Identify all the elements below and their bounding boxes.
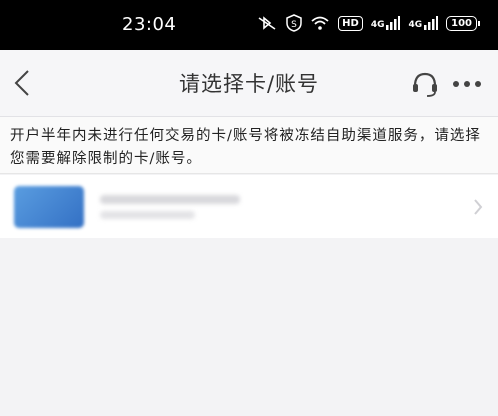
notice-banner: 开户半年内未进行任何交易的卡/账号将被冻结自助渠道服务，请选择您需要解除限制的卡… (0, 117, 498, 174)
account-list-item[interactable] (0, 175, 498, 238)
svg-text:S: S (291, 20, 297, 30)
status-time: 23:04 (122, 14, 177, 35)
battery-level: 100 (446, 15, 477, 31)
hd-badge: HD (338, 15, 363, 31)
chevron-right-icon (474, 199, 483, 215)
network-type-label: 4G (370, 20, 385, 30)
wifi-icon (311, 16, 329, 30)
nav-bar: 请选择卡/账号 (0, 50, 498, 117)
signal-icon (424, 16, 439, 30)
more-icon[interactable] (452, 80, 482, 88)
signal-group-1: 4G (371, 16, 401, 30)
battery-icon: 100 (446, 15, 480, 31)
customer-service-icon[interactable] (410, 70, 440, 98)
mute-icon (258, 16, 276, 30)
signal-group-2: 4G (408, 16, 439, 30)
shield-icon: S (286, 14, 302, 32)
network-type-label: 4G (408, 20, 423, 30)
status-icons: S HD 4G 4G 100 (256, 14, 480, 32)
card-name-placeholder (100, 195, 240, 204)
card-number-placeholder (100, 211, 195, 219)
status-bar: 23:04 S HD 4G 4G 100 (0, 0, 498, 50)
notice-text: 开户半年内未进行任何交易的卡/账号将被冻结自助渠道服务，请选择您需要解除限制的卡… (10, 128, 481, 167)
signal-icon (386, 16, 401, 30)
card-image (14, 186, 84, 228)
